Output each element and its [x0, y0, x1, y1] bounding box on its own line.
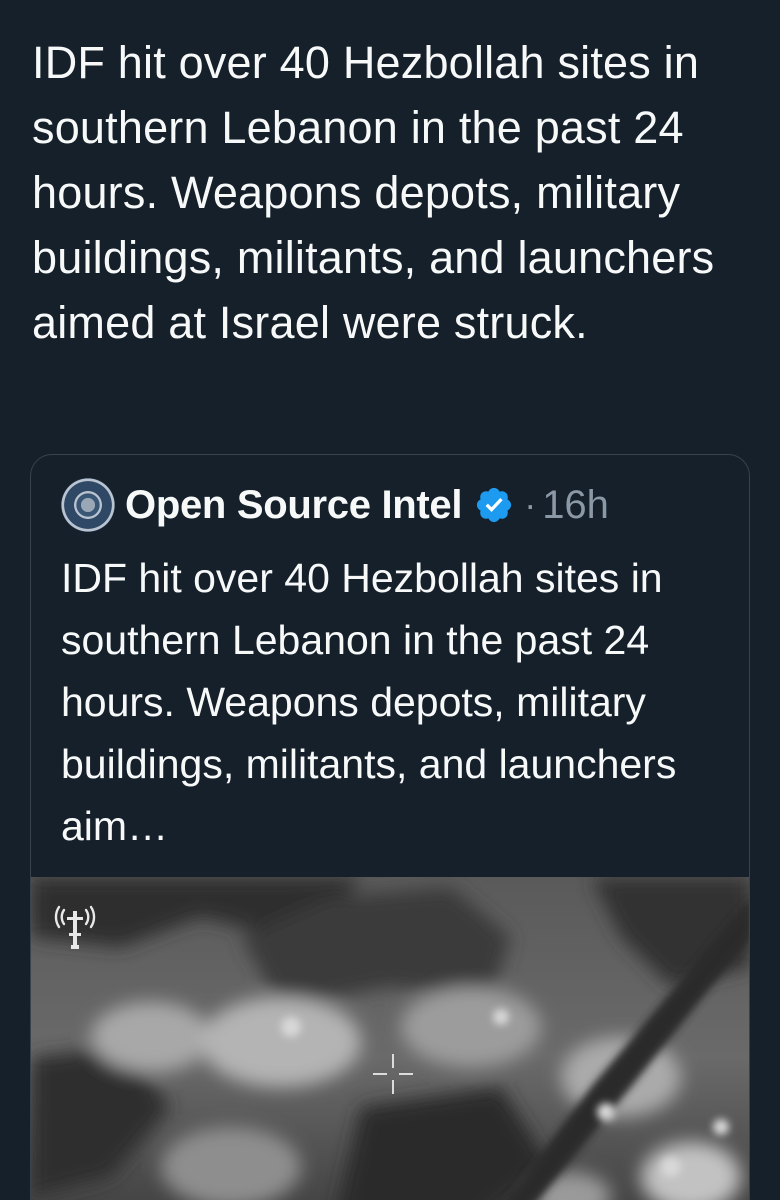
crosshair-icon	[373, 1054, 413, 1094]
timestamp[interactable]: 16h	[542, 483, 609, 528]
separator-dot: ·	[524, 484, 537, 525]
author-name[interactable]: Open Source Intel	[125, 483, 462, 528]
thermal-footage-image	[31, 877, 749, 1200]
author-avatar[interactable]	[61, 478, 115, 532]
post-text: IDF hit over 40 Hezbollah sites in south…	[32, 37, 715, 348]
quoted-post-text: IDF hit over 40 Hezbollah sites in south…	[61, 555, 677, 849]
video-thumbnail[interactable]	[31, 877, 749, 1200]
verified-badge-icon	[477, 487, 512, 523]
quoted-post-header: Open Source Intel · 16h	[61, 477, 609, 533]
quoted-post-card[interactable]: Open Source Intel · 16h IDF hit over 40 …	[30, 454, 750, 1200]
idf-logo-icon	[54, 905, 96, 949]
